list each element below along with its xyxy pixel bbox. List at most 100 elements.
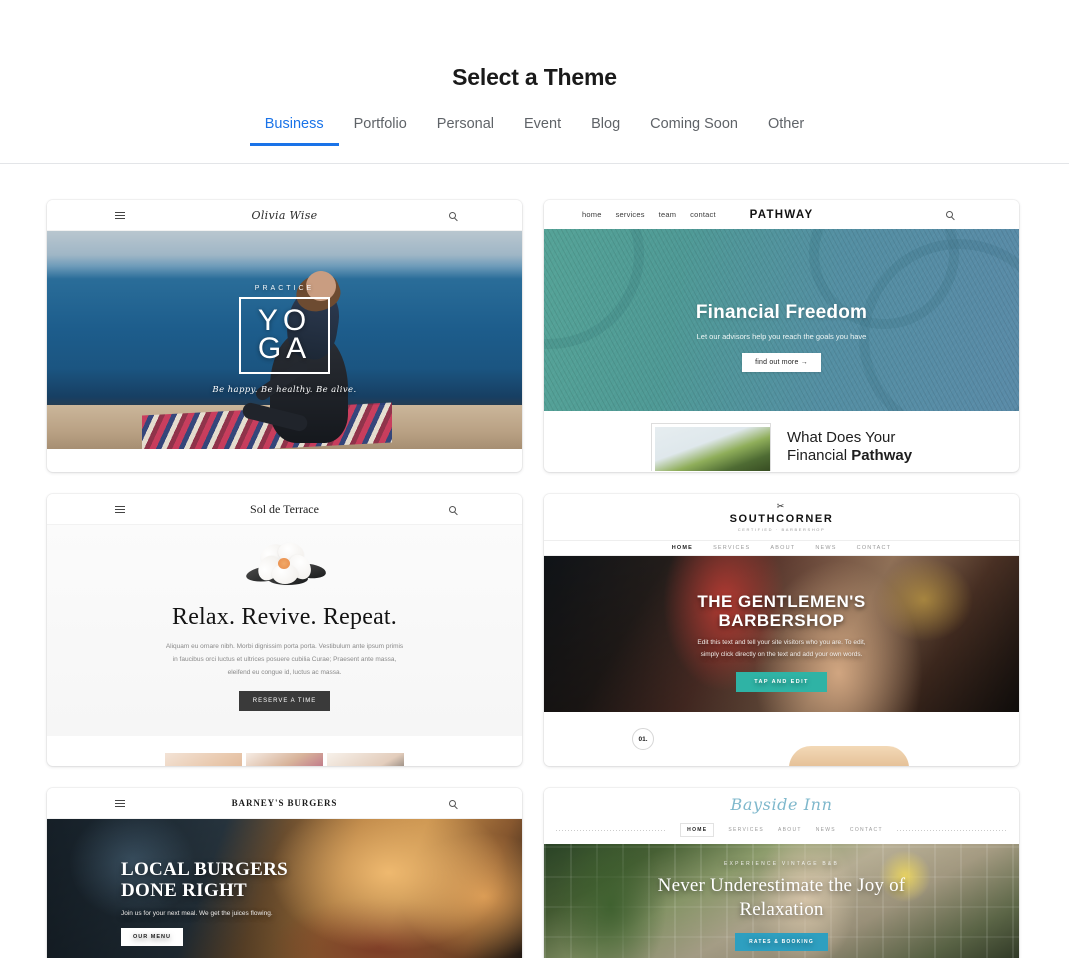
tab-coming-soon[interactable]: Coming Soon bbox=[635, 117, 753, 146]
hamburger-icon[interactable] bbox=[115, 505, 125, 513]
southcorner-text: Edit this text and tell your site visito… bbox=[697, 637, 865, 662]
nav-dotted-rule-left bbox=[556, 829, 667, 831]
bayside-nav-news[interactable]: NEWS bbox=[816, 827, 836, 833]
spa-thumb-2[interactable] bbox=[246, 753, 323, 766]
bayside-title-line1: Never Underestimate the Joy of bbox=[657, 875, 906, 897]
tab-portfolio[interactable]: Portfolio bbox=[339, 117, 422, 146]
southcorner-hero-image: THE GENTLEMEN'S BARBERSHOP Edit this tex… bbox=[544, 556, 1019, 712]
southcorner-title-line2: BARBERSHOP bbox=[718, 610, 845, 630]
tab-event[interactable]: Event bbox=[509, 117, 576, 146]
southcorner-text-line1: Edit this text and tell your site visito… bbox=[697, 638, 866, 646]
southcorner-footer-section: 01. bbox=[544, 712, 1019, 766]
southcorner-nav-contact[interactable]: CONTACT bbox=[857, 545, 892, 551]
theme-grid: Olivia Wise PRACTICE YO GA Be happy. Be … bbox=[0, 164, 1069, 958]
barneys-title-line2: DONE RIGHT bbox=[121, 880, 247, 902]
yoga-site-header: Olivia Wise bbox=[47, 200, 522, 231]
southcorner-nav-about[interactable]: ABOUT bbox=[770, 545, 795, 551]
southcorner-hero-copy: THE GENTLEMEN'S BARBERSHOP Edit this tex… bbox=[544, 556, 1019, 712]
pathway-hero-copy: Financial Freedom Let our advisors help … bbox=[544, 229, 1019, 411]
spa-thumb-3[interactable] bbox=[327, 753, 404, 766]
sol-site-header: Sol de Terrace bbox=[47, 494, 522, 525]
pathway-feature-block: What Does Your Financial Pathway bbox=[544, 411, 1019, 471]
tab-business[interactable]: Business bbox=[249, 117, 339, 146]
bayside-nav-about[interactable]: ABOUT bbox=[778, 827, 802, 833]
bayside-nav[interactable]: HOME SERVICES ABOUT NEWS CONTACT bbox=[556, 823, 1007, 837]
southcorner-logo: SOUTHCORNER bbox=[729, 513, 834, 525]
search-icon[interactable] bbox=[449, 799, 456, 807]
theme-card-yoga[interactable]: Olivia Wise PRACTICE YO GA Be happy. Be … bbox=[47, 200, 522, 472]
barneys-hero-copy: LOCAL BURGERS DONE RIGHT Join us for you… bbox=[121, 859, 288, 946]
bayside-nav-contact[interactable]: CONTACT bbox=[850, 827, 883, 833]
sol-paragraph: Aliquam eu ornare nibh. Morbi dignissim … bbox=[166, 640, 403, 680]
theme-category-tabs: Business Portfolio Personal Event Blog C… bbox=[0, 117, 1069, 164]
pathway-feature-line2-bold: Pathway bbox=[851, 447, 913, 465]
tab-blog[interactable]: Blog bbox=[576, 117, 635, 146]
pathway-feature-line2-plain: Financial bbox=[787, 447, 852, 465]
bayside-booking-button[interactable]: RATES & BOOKING bbox=[735, 932, 828, 951]
pathway-feature-line1: What Does Your bbox=[787, 429, 896, 446]
scissors-icon: ✂ bbox=[776, 501, 787, 511]
barneys-menu-button[interactable]: OUR MENU bbox=[121, 927, 183, 946]
search-icon[interactable] bbox=[449, 505, 456, 513]
pathway-feature-image bbox=[655, 427, 770, 471]
bayside-site-header: Bayside Inn HOME SERVICES ABOUT NEWS CON… bbox=[544, 788, 1019, 844]
tab-personal[interactable]: Personal bbox=[422, 117, 509, 146]
theme-card-sol-de-terrace[interactable]: Sol de Terrace Relax. Revive. Repeat. Al… bbox=[47, 494, 522, 766]
search-icon[interactable] bbox=[946, 211, 953, 218]
hamburger-icon[interactable] bbox=[115, 799, 125, 807]
yoga-title-box: YO GA bbox=[238, 297, 331, 374]
search-icon[interactable] bbox=[449, 211, 456, 219]
southcorner-nav-news[interactable]: NEWS bbox=[815, 545, 836, 551]
sol-title: Relax. Revive. Repeat. bbox=[172, 603, 397, 630]
pathway-nav-home[interactable]: home bbox=[582, 210, 602, 219]
bayside-nav-home[interactable]: HOME bbox=[680, 823, 715, 837]
sol-logo: Sol de Terrace bbox=[250, 501, 319, 516]
pathway-nav[interactable]: home services team contact bbox=[582, 210, 716, 219]
sol-hero: Relax. Revive. Repeat. Aliquam eu ornare… bbox=[47, 525, 522, 736]
yoga-logo: Olivia Wise bbox=[251, 208, 318, 222]
bayside-logo: Bayside Inn bbox=[730, 795, 833, 814]
southcorner-cta-button[interactable]: TAP AND EDIT bbox=[736, 672, 827, 693]
barneys-title-line1: LOCAL BURGERS bbox=[121, 859, 289, 880]
southcorner-nav[interactable]: HOME SERVICES ABOUT NEWS CONTACT bbox=[544, 540, 1019, 556]
theme-card-barneys-burgers[interactable]: BARNEY'S BURGERS LOCAL BURGERS DONE RIGH… bbox=[47, 788, 522, 958]
pathway-feature-heading: What Does Your Financial Pathway bbox=[787, 423, 912, 466]
bayside-hero-image: EXPERIENCE VINTAGE B&B Never Underestima… bbox=[544, 844, 1019, 958]
bayside-title-line2: Relaxation bbox=[739, 899, 824, 920]
yoga-tagline: Be happy. Be healthy. Be alive. bbox=[212, 384, 357, 395]
southcorner-nav-home[interactable]: HOME bbox=[672, 545, 693, 551]
pathway-feature-thumb-frame bbox=[651, 423, 771, 471]
barneys-hero-image: LOCAL BURGERS DONE RIGHT Join us for you… bbox=[47, 819, 522, 958]
barneys-title: LOCAL BURGERS DONE RIGHT bbox=[121, 859, 288, 902]
bayside-nav-services[interactable]: SERVICES bbox=[728, 827, 764, 833]
southcorner-site-header: ✂ SOUTHCORNER CERTIFIED · BARBERSHOP bbox=[544, 494, 1019, 540]
footer-peek-image bbox=[789, 746, 909, 766]
barneys-text: Join us for your next meal. We get the j… bbox=[121, 909, 273, 917]
step-badge: 01. bbox=[632, 728, 654, 750]
spa-thumb-1[interactable] bbox=[165, 753, 242, 766]
theme-card-southcorner[interactable]: ✂ SOUTHCORNER CERTIFIED · BARBERSHOP HOM… bbox=[544, 494, 1019, 766]
nav-dotted-rule-right bbox=[896, 829, 1007, 831]
pathway-nav-services[interactable]: services bbox=[616, 210, 645, 219]
theme-card-bayside-inn[interactable]: Bayside Inn HOME SERVICES ABOUT NEWS CON… bbox=[544, 788, 1019, 958]
pathway-nav-team[interactable]: team bbox=[659, 210, 676, 219]
barneys-logo: BARNEY'S BURGERS bbox=[231, 798, 338, 808]
yoga-hero-image: PRACTICE YO GA Be happy. Be healthy. Be … bbox=[47, 231, 522, 449]
pathway-subtitle: Let our advisors help you reach the goal… bbox=[696, 332, 867, 341]
flower-stones-image bbox=[242, 539, 328, 588]
hamburger-icon[interactable] bbox=[115, 211, 125, 219]
pathway-cta-button[interactable]: find out more → bbox=[742, 353, 821, 372]
sol-paragraph-line3: eleifend eu congue id, luctus ac massa. bbox=[227, 669, 342, 677]
yoga-hero-overlay: PRACTICE YO GA Be happy. Be healthy. Be … bbox=[47, 231, 522, 449]
tab-other[interactable]: Other bbox=[753, 117, 819, 146]
pathway-hero: Financial Freedom Let our advisors help … bbox=[544, 229, 1019, 411]
sol-reserve-button[interactable]: RESERVE A TIME bbox=[238, 691, 331, 712]
pathway-title: Financial Freedom bbox=[695, 302, 868, 323]
bayside-title: Never Underestimate the Joy of Relaxatio… bbox=[658, 874, 906, 922]
sol-gallery bbox=[47, 736, 522, 766]
southcorner-text-line2: simply click directly on the text and ad… bbox=[700, 651, 863, 659]
southcorner-nav-services[interactable]: SERVICES bbox=[713, 545, 750, 551]
theme-card-pathway[interactable]: home services team contact PATHWAY Finan… bbox=[544, 200, 1019, 472]
pathway-nav-contact[interactable]: contact bbox=[690, 210, 716, 219]
bayside-hero-copy: EXPERIENCE VINTAGE B&B Never Underestima… bbox=[544, 844, 1019, 958]
